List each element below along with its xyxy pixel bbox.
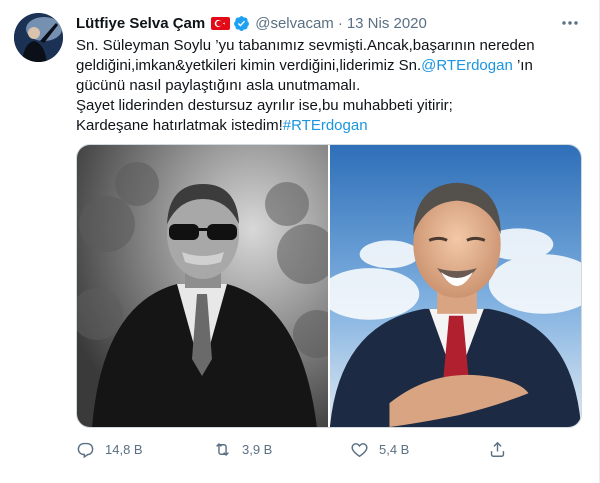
more-options-icon[interactable] [559,14,581,32]
tweet-text-segment: Kardeşane hatırlatmak istedim! [76,117,283,134]
separator-dot: · [337,14,343,32]
tweet-text-line: Sn. Süleyman Soylu ’yu tabanımız sevmişt… [76,37,535,54]
like-action[interactable]: 5,4 B [350,440,409,459]
tweet-timestamp[interactable]: 13 Nis 2020 [347,15,427,32]
tweet-text-segment: geldiğini,imkan&yetkileri kimin verdiğin… [76,57,422,74]
tweet-actions: 14,8 B 3,9 B 5,4 B [76,440,581,462]
like-icon [351,443,368,458]
reply-icon [77,442,94,459]
turkish-flag-icon [211,16,231,30]
tweet-text: Sn. Süleyman Soylu ’yu tabanımız sevmişt… [76,36,581,136]
tweet-text-segment: ’ın [512,57,533,74]
photo-right[interactable] [330,145,581,427]
tweet-header: Lütfiye Selva Çam @selvacam · 13 Nis 202… [76,13,427,33]
reply-action[interactable]: 14,8 B [76,440,143,459]
tweet: Lütfiye Selva Çam @selvacam · 13 Nis 202… [0,0,600,483]
author-handle[interactable]: @selvacam [255,15,334,32]
share-action[interactable] [488,440,507,459]
share-icon [490,441,505,457]
tweet-text-line: Şayet liderinden destursuz ayrılır ise,b… [76,97,453,114]
reply-count: 14,8 B [105,442,143,457]
tweet-text-line: Kardeşane hatırlatmak istedim!#RTErdogan [76,116,581,136]
hashtag-link[interactable]: #RTErdogan [283,117,368,134]
tweet-text-line: gücünü nasıl paylaştığını asla unutmamal… [76,77,361,94]
avatar[interactable] [14,13,63,62]
photo-left[interactable] [77,145,330,427]
like-count: 5,4 B [379,442,410,457]
mention-link[interactable]: @RTErdogan [421,57,513,74]
author-name[interactable]: Lütfiye Selva Çam [76,15,205,32]
tweet-text-line: geldiğini,imkan&yetkileri kimin verdiğin… [76,56,581,76]
verified-badge-icon [233,15,250,32]
retweet-icon [216,442,229,457]
retweet-count: 3,9 B [242,442,273,457]
retweet-action[interactable]: 3,9 B [213,440,272,459]
media-grid [76,144,582,428]
